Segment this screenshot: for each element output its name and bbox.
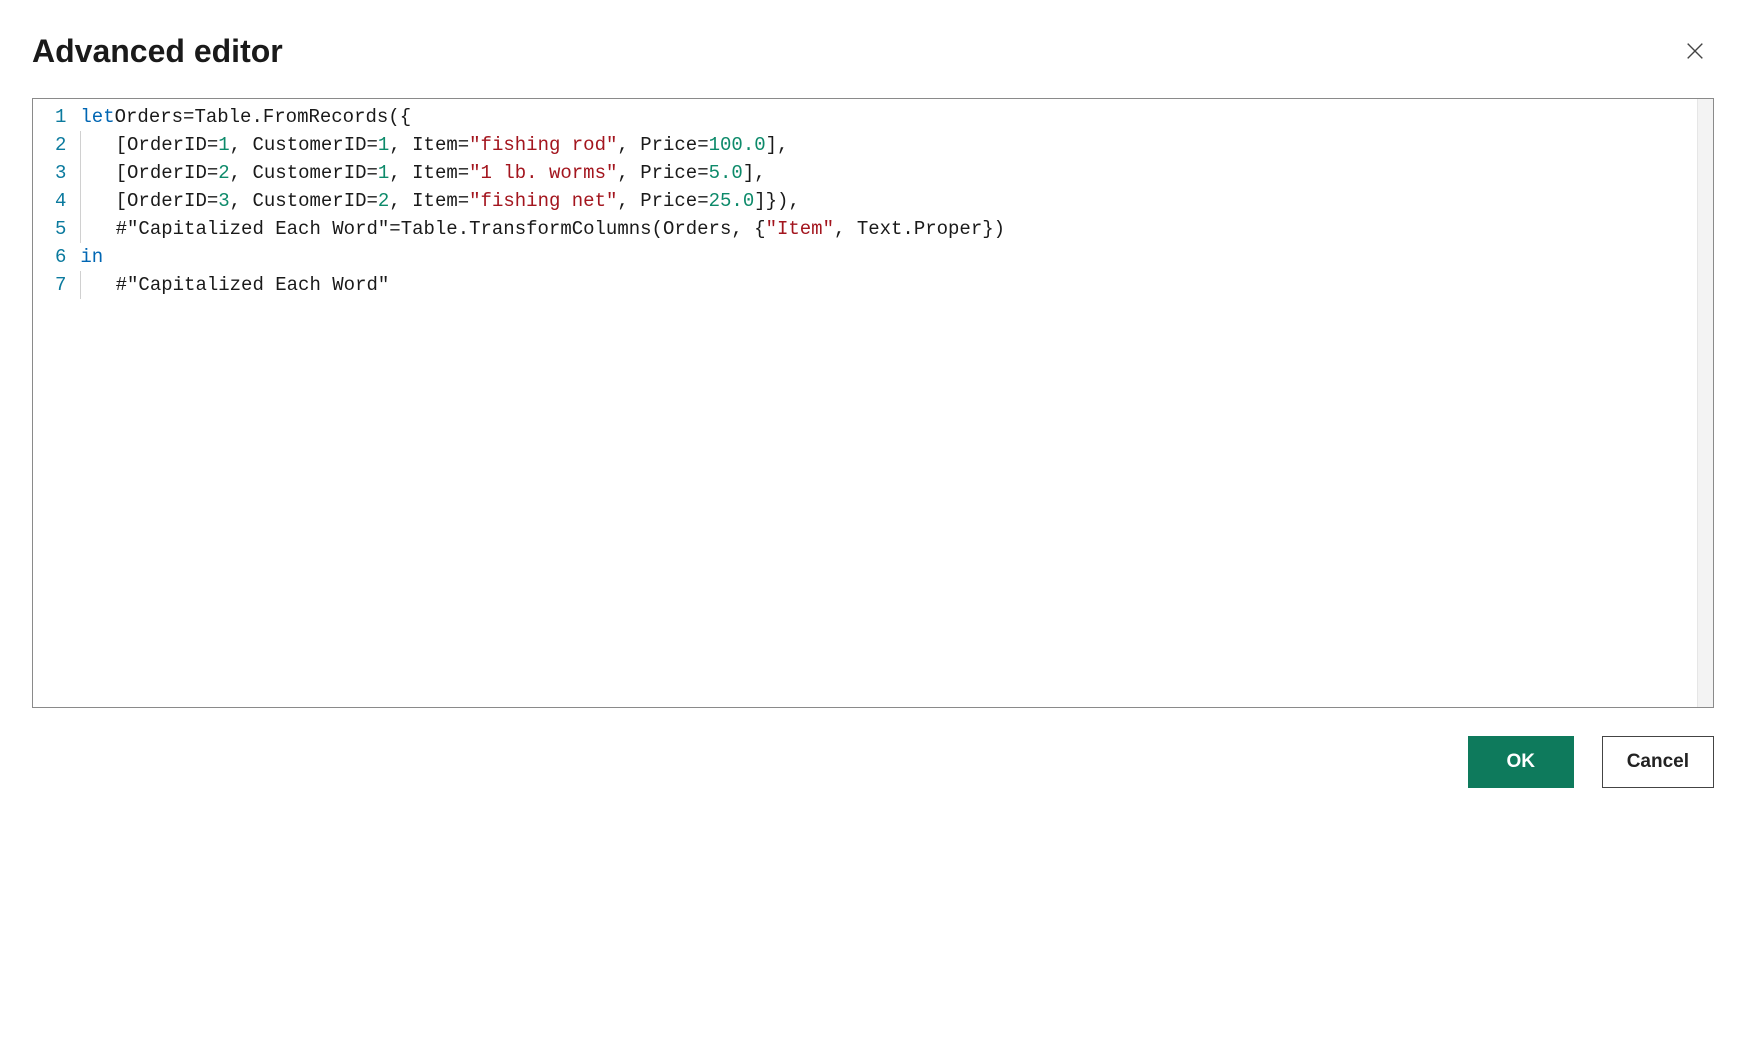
close-icon — [1684, 40, 1706, 62]
code-token: = — [207, 187, 218, 215]
code-editor[interactable]: 1234567 let Orders = Table.FromRecords({… — [32, 98, 1714, 708]
code-token: = — [183, 103, 194, 131]
code-token: Orders — [663, 215, 731, 243]
code-line[interactable]: let Orders = Table.FromRecords({ — [80, 103, 1701, 131]
code-token: = — [697, 187, 708, 215]
code-line[interactable]: [OrderID = 1, CustomerID = 1, Item = "fi… — [80, 131, 1701, 159]
code-token: Text.Proper — [857, 215, 982, 243]
code-token: "fishing net" — [469, 187, 617, 215]
code-token: = — [367, 131, 378, 159]
code-token: let — [80, 103, 114, 131]
code-token: 2 — [378, 187, 389, 215]
code-token: Item — [412, 131, 458, 159]
code-token: , { — [731, 215, 765, 243]
code-token: OrderID — [127, 187, 207, 215]
code-token: "fishing rod" — [469, 131, 617, 159]
line-number-gutter: 1234567 — [33, 103, 80, 299]
code-token: = — [697, 159, 708, 187]
code-token: ]}), — [754, 187, 800, 215]
cancel-button[interactable]: Cancel — [1602, 736, 1714, 788]
code-token: , — [617, 159, 640, 187]
code-token: Price — [640, 187, 697, 215]
code-token: 3 — [218, 187, 229, 215]
code-token: 2 — [218, 159, 229, 187]
code-token: , — [230, 159, 253, 187]
code-token: , — [389, 187, 412, 215]
code-token: 1 — [378, 131, 389, 159]
code-token: = — [697, 131, 708, 159]
code-token: [ — [116, 131, 127, 159]
code-token: "Item" — [766, 215, 834, 243]
code-token: CustomerID — [252, 131, 366, 159]
code-token: OrderID — [127, 131, 207, 159]
code-token: 5.0 — [709, 159, 743, 187]
code-token: ( — [652, 215, 663, 243]
code-token: , — [617, 187, 640, 215]
dialog-title: Advanced editor — [32, 33, 283, 70]
code-token: #"Capitalized Each Word" — [116, 271, 390, 299]
code-token: Orders — [115, 103, 183, 131]
code-token: in — [80, 243, 103, 271]
code-token: OrderID — [127, 159, 207, 187]
line-number: 3 — [55, 159, 66, 187]
code-token: = — [367, 159, 378, 187]
code-token: , — [389, 131, 412, 159]
code-token: Item — [412, 187, 458, 215]
code-token: , — [230, 187, 253, 215]
line-number: 5 — [55, 215, 66, 243]
code-token: ({ — [388, 103, 411, 131]
code-token: Table.FromRecords — [194, 103, 388, 131]
code-line[interactable]: [OrderID = 3, CustomerID = 2, Item = "fi… — [80, 187, 1701, 215]
code-token: 100.0 — [709, 131, 766, 159]
line-number: 2 — [55, 131, 66, 159]
code-token: [ — [116, 159, 127, 187]
code-token: 1 — [378, 159, 389, 187]
line-number: 4 — [55, 187, 66, 215]
code-token: Price — [640, 159, 697, 187]
code-token: = — [207, 159, 218, 187]
code-token: = — [367, 187, 378, 215]
code-token: = — [458, 187, 469, 215]
code-token: = — [389, 215, 400, 243]
code-token: ], — [766, 131, 789, 159]
code-token: 1 — [218, 131, 229, 159]
close-button[interactable] — [1676, 32, 1714, 70]
code-token: 25.0 — [709, 187, 755, 215]
line-number: 7 — [55, 271, 66, 299]
code-token: Item — [412, 159, 458, 187]
code-line[interactable]: [OrderID = 2, CustomerID = 1, Item = "1 … — [80, 159, 1701, 187]
code-content[interactable]: let Orders = Table.FromRecords({ [OrderI… — [80, 103, 1713, 299]
dialog-header: Advanced editor — [32, 32, 1714, 70]
code-token: = — [458, 131, 469, 159]
code-line[interactable]: #"Capitalized Each Word" — [80, 271, 1701, 299]
code-token: = — [207, 131, 218, 159]
code-token: Price — [640, 131, 697, 159]
line-number: 1 — [55, 103, 66, 131]
vertical-scrollbar[interactable] — [1697, 99, 1713, 707]
code-line[interactable]: in — [80, 243, 1701, 271]
code-token: , — [834, 215, 857, 243]
code-token: , — [617, 131, 640, 159]
dialog-footer: OK Cancel — [32, 736, 1714, 788]
code-token: , — [230, 131, 253, 159]
code-token: CustomerID — [252, 159, 366, 187]
code-token: [ — [116, 187, 127, 215]
code-line[interactable]: #"Capitalized Each Word" = Table.Transfo… — [80, 215, 1701, 243]
code-token: #"Capitalized Each Word" — [116, 215, 390, 243]
code-token: Table.TransformColumns — [401, 215, 652, 243]
ok-button[interactable]: OK — [1468, 736, 1574, 788]
code-token: }) — [982, 215, 1005, 243]
code-token: CustomerID — [252, 187, 366, 215]
line-number: 6 — [55, 243, 66, 271]
code-token: ], — [743, 159, 766, 187]
code-token: , — [389, 159, 412, 187]
code-token: "1 lb. worms" — [469, 159, 617, 187]
code-token: = — [458, 159, 469, 187]
